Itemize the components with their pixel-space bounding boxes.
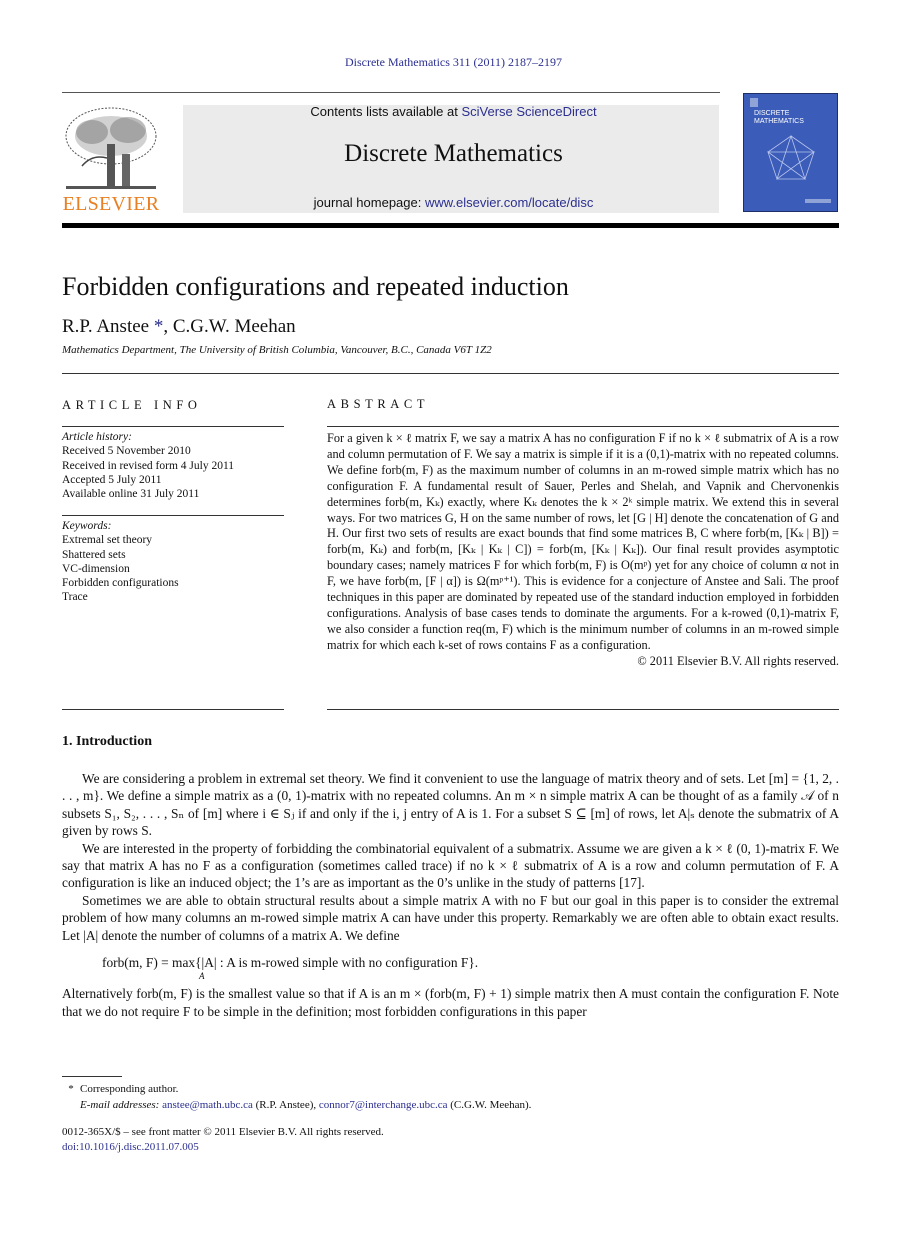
section-heading-introduction: 1. Introduction	[62, 734, 152, 749]
footnote-rule	[62, 1076, 122, 1077]
homepage-prefix: journal homepage:	[313, 195, 425, 210]
author-name: , C.G.W. Meehan	[163, 316, 296, 337]
history-item: Received 5 November 2010	[62, 445, 191, 458]
article-info-rule	[62, 426, 284, 427]
cover-publisher-icon	[750, 98, 758, 107]
history-item: Received in revised form 4 July 2011	[62, 459, 235, 472]
article-title: Forbidden configurations and repeated in…	[62, 272, 569, 301]
keyword-item: Extremal set theory	[62, 534, 153, 547]
history-item: Accepted 5 July 2011	[62, 473, 162, 486]
author-affiliation: Mathematics Department, The University o…	[62, 344, 492, 356]
email-owner: (R.P. Anstee),	[252, 1099, 319, 1111]
cover-sciencedirect-mark	[805, 199, 831, 203]
keyword-item: Shattered sets	[62, 548, 126, 561]
abstract-rule	[327, 426, 839, 427]
doi-link[interactable]: doi:10.1016/j.disc.2011.07.005	[62, 1140, 384, 1155]
body-paragraph: We are interested in the property of for…	[62, 840, 839, 891]
journal-citation[interactable]: Discrete Mathematics 311 (2011) 2187–219…	[0, 55, 907, 70]
cover-title: DISCRETE MATHEMATICS	[754, 110, 804, 126]
header-thick-rule	[62, 223, 839, 228]
front-matter-text: 0012-365X/$ – see front matter © 2011 El…	[62, 1126, 384, 1138]
equation-subscript: A	[199, 971, 205, 982]
body-paragraph: Alternatively forb(m, F) is the smallest…	[62, 986, 839, 1019]
email-link-meehan[interactable]: connor7@interchange.ubc.ca	[319, 1099, 448, 1111]
footnote-star: *	[68, 1083, 74, 1095]
author-name: R.P. Anstee	[62, 316, 154, 337]
footnotes: * Corresponding author. E-mail addresses:…	[62, 1081, 531, 1113]
cover-title-line: DISCRETE	[754, 110, 790, 117]
keyword-item: VC-dimension	[62, 562, 130, 575]
keyword-item: Forbidden configurations	[62, 577, 179, 590]
equation-text: forb(m, F) = max{|A| : A is m-rowed simp…	[102, 955, 479, 971]
abstract-text: For a given k × ℓ matrix F, we say a mat…	[327, 431, 839, 652]
article-info-rule	[62, 709, 284, 710]
corresponding-author-marker[interactable]: *	[154, 316, 164, 337]
abstract-body: For a given k × ℓ matrix F, we say a mat…	[327, 431, 839, 670]
email-addresses: E-mail addresses: anstee@math.ubc.ca (R.…	[62, 1097, 531, 1113]
header-rule	[62, 92, 720, 93]
keywords-list: Keywords: Extremal set theory Shattered …	[62, 519, 284, 605]
author-list: R.P. Anstee *, C.G.W. Meehan	[62, 316, 296, 338]
article-info-rule	[62, 515, 284, 516]
article-history: Article history: Received 5 November 201…	[62, 430, 284, 501]
abstract-rule	[327, 709, 839, 710]
email-owner: (C.G.W. Meehan).	[447, 1099, 532, 1111]
abstract-heading: ABSTRACT	[327, 397, 430, 411]
email-link-anstee[interactable]: anstee@math.ubc.ca	[162, 1099, 253, 1111]
front-matter: 0012-365X/$ – see front matter © 2011 El…	[62, 1125, 384, 1155]
abstract-copyright: © 2011 Elsevier B.V. All rights reserved…	[637, 653, 839, 668]
contents-prefix: Contents lists available at	[310, 104, 462, 119]
article-info-heading: ARTICLE INFO	[62, 398, 202, 412]
body-paragraph: Sometimes we are able to obtain structur…	[62, 892, 839, 943]
email-label: E-mail addresses:	[80, 1099, 163, 1111]
section-rule	[62, 373, 839, 374]
corresponding-author-text: Corresponding author.	[80, 1083, 179, 1095]
cover-title-line: MATHEMATICS	[754, 118, 804, 125]
journal-homepage-link[interactable]: www.elsevier.com/locate/disc	[425, 195, 593, 210]
pentagon-star-icon	[766, 134, 816, 181]
corresponding-author-note: * Corresponding author.	[62, 1081, 531, 1097]
article-history-label: Article history:	[62, 431, 132, 443]
body-paragraph: We are considering a problem in extremal…	[62, 771, 839, 839]
history-item: Available online 31 July 2011	[62, 488, 200, 501]
sciencedirect-link[interactable]: SciVerse ScienceDirect	[461, 104, 596, 119]
journal-cover-thumbnail[interactable]: DISCRETE MATHEMATICS	[743, 93, 838, 212]
keyword-item: Trace	[62, 591, 88, 604]
introduction-body: We are considering a problem in extremal…	[62, 770, 839, 1020]
display-equation: forb(m, F) = max{|A| : A is m-rowed simp…	[102, 954, 839, 981]
keywords-label: Keywords:	[62, 520, 112, 532]
